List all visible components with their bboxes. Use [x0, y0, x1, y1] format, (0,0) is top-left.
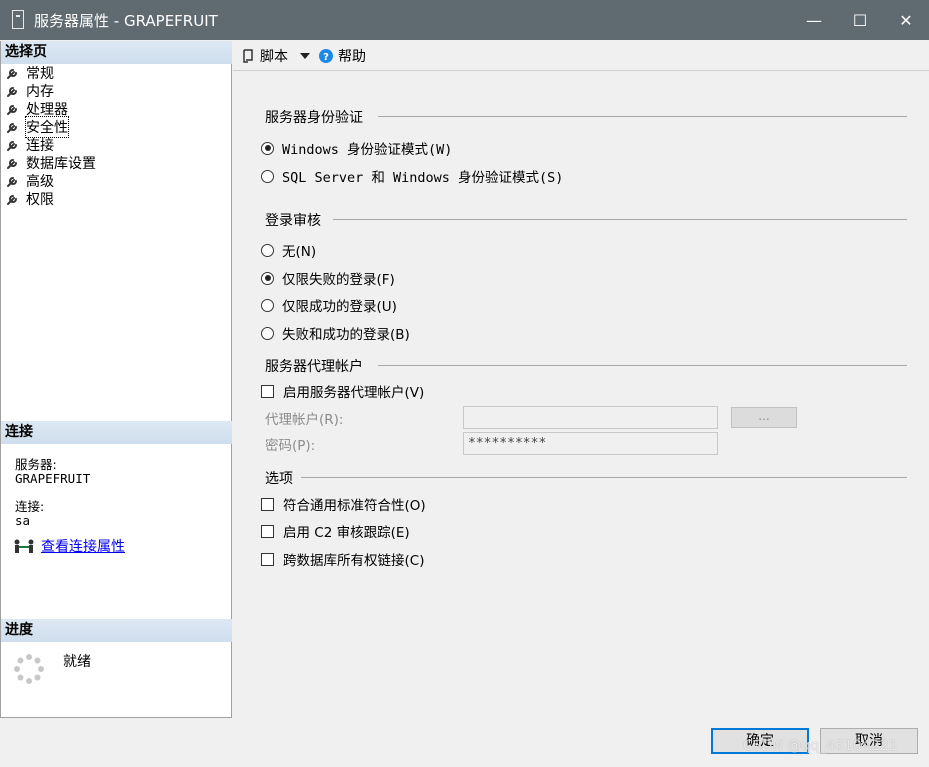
audit-group-title: 登录审核 [265, 213, 321, 229]
help-icon: ? [319, 49, 333, 63]
radio-indicator [261, 271, 274, 285]
sidebar-item-label: 高级 [26, 174, 54, 190]
audit-both-radio[interactable]: 失败和成功的登录(B) [261, 323, 410, 343]
browse-button[interactable]: ... [731, 407, 797, 428]
windows-auth-radio[interactable]: Windows 身份验证模式(W) [261, 138, 452, 158]
wrench-icon [7, 105, 17, 115]
select-page-header: 选择页 [1, 41, 232, 64]
wrench-icon [7, 195, 17, 205]
audit-success-radio[interactable]: 仅限成功的登录(U) [261, 295, 397, 315]
left-pane: 选择页 常规 内存 处理器 安全性 连接 数据库设置 高级 权限 连接 服务器: GRAPEF… [0, 41, 232, 718]
sidebar-item[interactable]: 连接 [6, 136, 54, 154]
connection-properties-icon [14, 539, 34, 553]
enable-proxy-checkbox[interactable]: 启用服务器代理帐户(V) [261, 381, 424, 401]
script-icon [243, 49, 253, 63]
sidebar-item-label: 连接 [26, 138, 54, 154]
password-label: 密码(P): [265, 438, 316, 454]
toolbar: 脚本 ? 帮助 [233, 41, 929, 71]
sidebar-item-label: 数据库设置 [26, 156, 96, 172]
cross-db-ownership-checkbox[interactable]: 跨数据库所有权链接(C) [261, 549, 424, 569]
minimize-button[interactable]: — [791, 0, 837, 40]
group-divider [301, 477, 907, 478]
group-divider [378, 116, 907, 117]
sidebar-item-label: 内存 [26, 84, 54, 100]
proxy-account-field[interactable] [463, 406, 718, 429]
c2-audit-checkbox[interactable]: 启用 C2 审核跟踪(E) [261, 521, 410, 541]
sidebar-item-label: 常规 [26, 66, 54, 82]
sidebar-item[interactable]: 内存 [6, 82, 54, 100]
security-page: 服务器身份验证 Windows 身份验证模式(W) SQL Server 和 W… [233, 71, 929, 718]
radio-label: Windows 身份验证模式(W) [282, 142, 453, 158]
script-dropdown[interactable]: 脚本 [241, 46, 310, 66]
view-connection-properties-link[interactable]: 查看连接属性 [41, 536, 125, 556]
progress-header: 进度 [1, 619, 232, 642]
window-title: 服务器属性 - GRAPEFRUIT [34, 12, 218, 30]
checkbox-indicator [261, 384, 274, 398]
radio-label: 仅限成功的登录(U) [282, 299, 397, 315]
options-group-title: 选项 [265, 471, 293, 487]
checkbox-label: 跨数据库所有权链接(C) [283, 553, 425, 569]
close-button[interactable]: ✕ [883, 0, 929, 40]
auth-group-title: 服务器身份验证 [265, 110, 363, 126]
wrench-icon [7, 159, 17, 169]
sidebar-item[interactable]: 处理器 [6, 100, 68, 118]
checkbox-label: 启用服务器代理帐户(V) [283, 385, 425, 401]
radio-indicator [261, 169, 274, 183]
checkbox-indicator [261, 497, 274, 511]
wrench-icon [7, 87, 17, 97]
checkbox-label: 符合通用标准符合性(O) [283, 498, 426, 514]
mixed-auth-radio[interactable]: SQL Server 和 Windows 身份验证模式(S) [261, 166, 563, 186]
wrench-icon [7, 177, 17, 187]
radio-label: 失败和成功的登录(B) [282, 327, 410, 343]
checkbox-indicator [261, 552, 274, 566]
watermark: CSDN @qq_46104221 [743, 738, 898, 754]
proxy-group-title: 服务器代理帐户 [265, 359, 363, 375]
radio-label: SQL Server 和 Windows 身份验证模式(S) [282, 170, 564, 186]
radio-label: 无(N) [282, 244, 317, 260]
server-icon [12, 10, 24, 29]
minimize-icon: — [806, 10, 822, 30]
group-divider [378, 365, 907, 366]
chevron-down-icon [300, 53, 310, 59]
sidebar-item[interactable]: 权限 [6, 190, 54, 208]
audit-failed-radio[interactable]: 仅限失败的登录(F) [261, 268, 395, 288]
radio-label: 仅限失败的登录(F) [282, 272, 395, 288]
maximize-icon: ☐ [852, 10, 868, 30]
checkbox-indicator [261, 524, 274, 538]
radio-indicator [261, 298, 274, 312]
sidebar-item-label: 处理器 [26, 102, 68, 118]
wrench-icon [7, 141, 17, 151]
maximize-button[interactable]: ☐ [837, 0, 883, 40]
audit-none-radio[interactable]: 无(N) [261, 240, 316, 260]
svg-text:?: ? [323, 52, 329, 63]
close-icon: ✕ [899, 10, 913, 30]
help-button[interactable]: ? 帮助 [319, 46, 366, 66]
sidebar-item[interactable]: 常规 [6, 64, 54, 82]
title-bar: 服务器属性 - GRAPEFRUIT — ☐ ✕ [0, 0, 929, 40]
help-label: 帮助 [338, 49, 366, 65]
progress-spinner-icon [14, 654, 44, 684]
sidebar-item-label: 安全性 [25, 116, 69, 138]
group-divider [333, 219, 907, 220]
connection-value: sa [15, 513, 31, 528]
script-label: 脚本 [260, 49, 288, 65]
proxy-account-label: 代理帐户(R): [265, 412, 344, 428]
server-value: GRAPEFRUIT [15, 471, 91, 486]
checkbox-label: 启用 C2 审核跟踪(E) [283, 525, 410, 541]
radio-indicator [261, 141, 274, 155]
password-field[interactable]: ********** [463, 432, 718, 455]
wrench-icon [7, 123, 17, 133]
sidebar-item[interactable]: 高级 [6, 172, 54, 190]
connection-header: 连接 [1, 421, 232, 444]
wrench-icon [7, 69, 17, 79]
progress-status: 就绪 [63, 654, 91, 670]
radio-indicator [261, 243, 274, 257]
common-criteria-checkbox[interactable]: 符合通用标准符合性(O) [261, 494, 426, 514]
sidebar-item-label: 权限 [26, 192, 54, 208]
sidebar-item[interactable]: 数据库设置 [6, 154, 96, 172]
sidebar-item[interactable]: 安全性 [6, 116, 69, 138]
radio-indicator [261, 326, 274, 340]
